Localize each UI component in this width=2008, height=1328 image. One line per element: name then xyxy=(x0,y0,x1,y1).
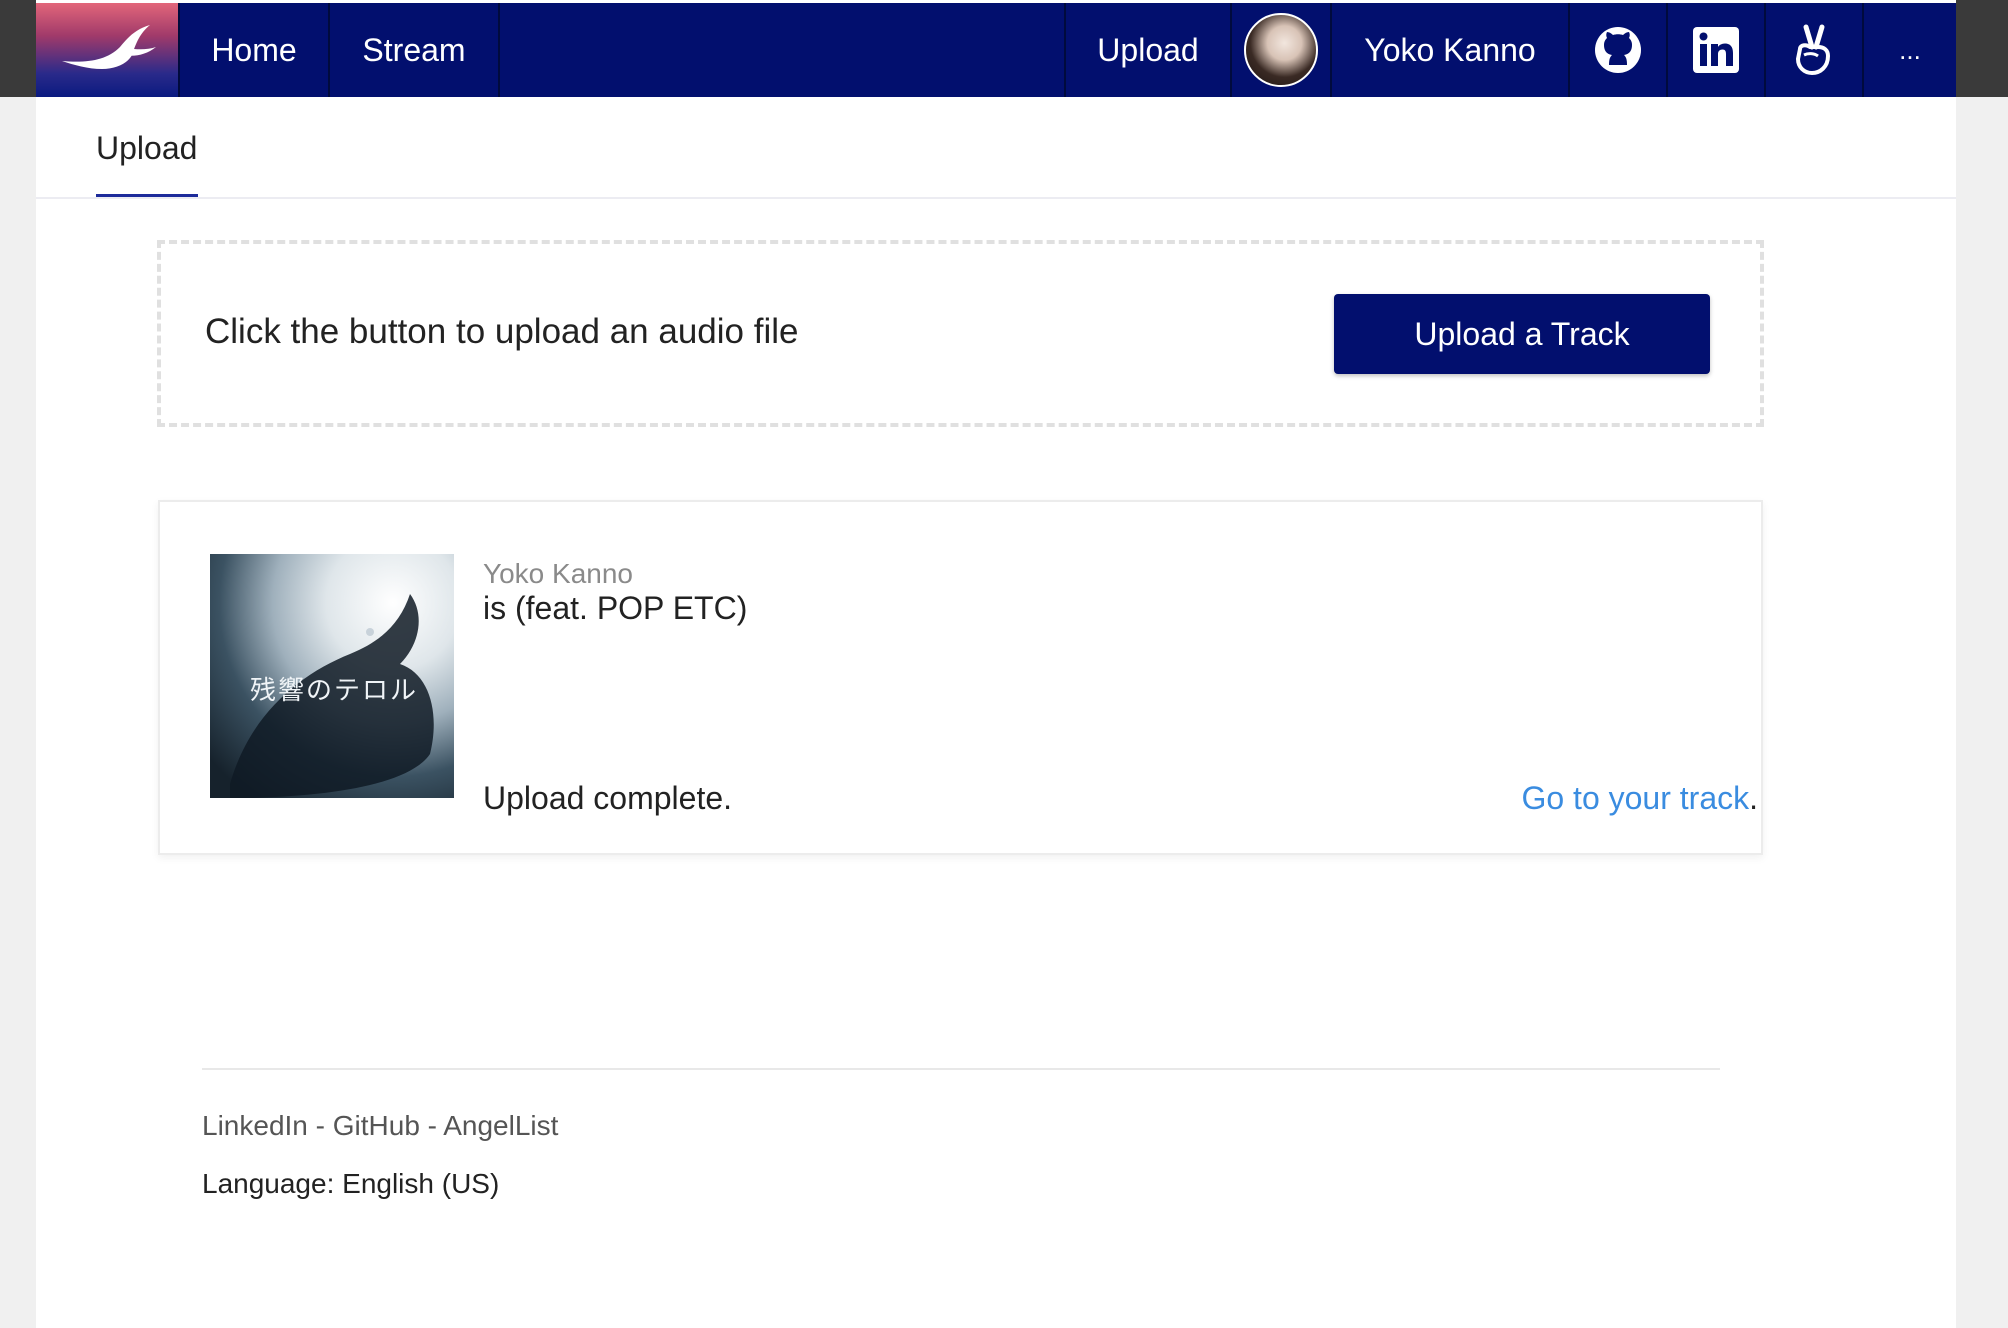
go-to-track-link-wrap: Go to your track. xyxy=(1521,780,1758,817)
tab-upload[interactable]: Upload xyxy=(96,97,197,199)
go-to-track-link[interactable]: Go to your track xyxy=(1521,780,1749,816)
language-selector[interactable]: Language: English (US) xyxy=(202,1168,499,1200)
nav-avatar[interactable] xyxy=(1232,3,1332,97)
track-title: is (feat. POP ETC) xyxy=(483,590,748,626)
tab-upload-label: Upload xyxy=(96,129,198,166)
album-cover-title: 残響のテロル xyxy=(250,676,419,706)
linkedin-icon xyxy=(1693,27,1739,73)
upload-track-button[interactable]: Upload a Track xyxy=(1334,294,1710,374)
upload-track-button-label: Upload a Track xyxy=(1414,315,1630,352)
nav-home-label: Home xyxy=(211,31,297,68)
nav-user-label: Yoko Kanno xyxy=(1364,31,1536,68)
nav-upload-label: Upload xyxy=(1097,31,1199,68)
nav-user[interactable]: Yoko Kanno xyxy=(1332,3,1570,97)
github-icon xyxy=(1595,27,1641,73)
upload-prompt: Click the button to upload an audio file xyxy=(205,312,799,351)
home-logo[interactable] xyxy=(36,3,180,97)
active-tab-indicator xyxy=(96,194,198,197)
nav-linkedin[interactable] xyxy=(1668,3,1766,97)
album-cover: 残響のテロル xyxy=(210,554,454,798)
nav-more[interactable]: ... xyxy=(1864,3,1956,97)
bird-logo-icon xyxy=(62,25,156,69)
nav-stream[interactable]: Stream xyxy=(330,3,500,97)
nav-upload[interactable]: Upload xyxy=(1064,3,1232,97)
avatar xyxy=(1244,13,1318,87)
upload-status: Upload complete. xyxy=(483,780,733,816)
link-period: . xyxy=(1749,780,1758,816)
top-navbar: Home Stream Upload Yoko Kanno ... xyxy=(36,3,1956,97)
footer-links[interactable]: LinkedIn - GitHub - AngelList xyxy=(202,1110,558,1142)
nav-angellist[interactable] xyxy=(1766,3,1864,97)
tab-bar: Upload xyxy=(36,97,1956,199)
angellist-icon xyxy=(1795,24,1831,76)
nav-stream-label: Stream xyxy=(362,31,466,68)
nav-home[interactable]: Home xyxy=(180,3,330,97)
footer-divider xyxy=(202,1068,1720,1070)
track-artist[interactable]: Yoko Kanno xyxy=(483,558,633,590)
nav-github[interactable] xyxy=(1570,3,1668,97)
more-icon: ... xyxy=(1899,34,1921,65)
